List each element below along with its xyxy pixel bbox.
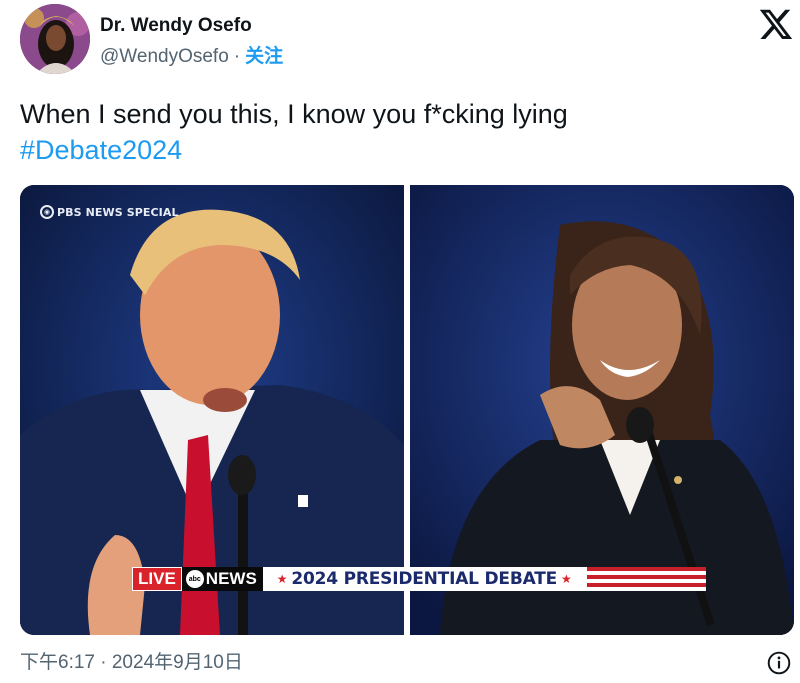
flag-stripes (585, 567, 706, 591)
news-chyron: LIVE abc NEWS ★ 2024 PRESIDENTIAL DEBATE… (132, 567, 706, 591)
tweet-text: When I send you this, I know you f*cking… (20, 96, 780, 168)
hashtag-link[interactable]: #Debate2024 (20, 132, 182, 168)
chyron-title: 2024 PRESIDENTIAL DEBATE (291, 569, 558, 589)
chyron-title-box: ★ 2024 PRESIDENTIAL DEBATE ★ (262, 567, 586, 591)
separator-dot: · (233, 46, 241, 67)
star-icon: ★ (276, 572, 288, 586)
info-icon[interactable] (766, 650, 792, 676)
tweet-body: When I send you this, I know you f*cking… (20, 99, 568, 129)
user-info: Dr. Wendy Osefo @WendyOsefo · 关注 (100, 14, 283, 69)
avatar[interactable] (20, 4, 90, 74)
follow-button[interactable]: 关注 (245, 46, 283, 67)
pbs-logo-text: PBS NEWS SPECIAL (57, 205, 179, 219)
pbs-logo: ◉ PBS NEWS SPECIAL (40, 205, 179, 219)
chyron-network-label: NEWS (205, 569, 257, 588)
pbs-circle-icon: ◉ (40, 205, 54, 219)
chyron-live: LIVE (132, 567, 182, 591)
user-handle[interactable]: @WendyOsefo (100, 46, 229, 67)
chyron-network: abc NEWS (181, 567, 263, 591)
tweet-header: Dr. Wendy Osefo @WendyOsefo · 关注 (20, 4, 796, 76)
timestamp-link[interactable]: 下午6:17 · 2024年9月10日 (20, 652, 243, 673)
handle-row: @WendyOsefo · 关注 (100, 45, 283, 69)
tweet-footer: 下午6:17 · 2024年9月10日 (20, 650, 796, 676)
x-logo-icon[interactable] (758, 6, 794, 42)
abc-logo-icon: abc (185, 570, 204, 588)
tweet-video[interactable]: ◉ PBS NEWS SPECIAL LIVE abc NEWS ★ 2024 … (20, 185, 794, 635)
star-icon: ★ (561, 572, 572, 586)
display-name[interactable]: Dr. Wendy Osefo (100, 14, 283, 38)
